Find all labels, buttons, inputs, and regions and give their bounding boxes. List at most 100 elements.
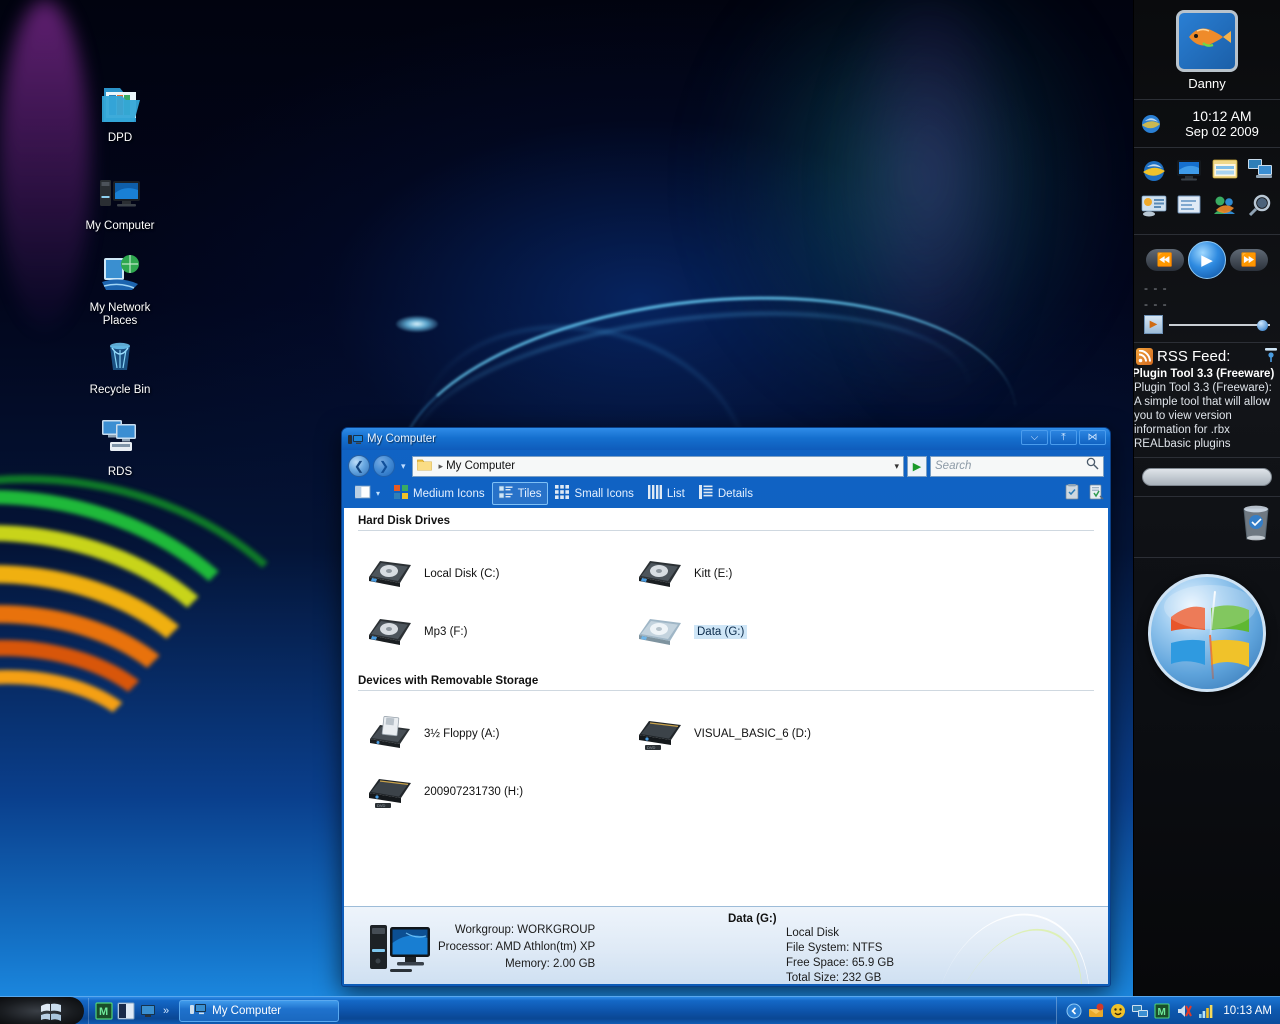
sidebar-capsule-panel[interactable] (1134, 458, 1280, 497)
recycle-bin-icon[interactable] (1238, 503, 1274, 551)
quicklaunch-show-desktop[interactable] (139, 1002, 157, 1020)
desktop-sidebar[interactable]: Danny 10:12 AM Sep 02 2009 ⏪ ▶ ⏩ - - - -… (1133, 0, 1280, 996)
forward-button[interactable]: ❯ (373, 455, 395, 477)
tray-clock[interactable]: 10:13 AM (1223, 1005, 1272, 1017)
drive-tile[interactable]: DVD VISUAL_BASIC_6 (D:) (632, 705, 902, 763)
drive-tile-selected[interactable]: Data (G:) (632, 603, 902, 661)
breadcrumb-path[interactable]: My Computer (446, 460, 515, 472)
view-medium-icons[interactable]: Medium Icons (387, 482, 492, 505)
sidebar-clock-panel[interactable]: 10:12 AM Sep 02 2009 (1134, 100, 1280, 148)
tray-volume-icon[interactable] (1175, 1002, 1192, 1019)
breadcrumb[interactable]: ▸ My Computer ▾ (411, 455, 904, 477)
close-button[interactable]: ⋈ (1079, 430, 1106, 445)
computer-icon (72, 168, 168, 216)
sidebar-recycle-bin-panel[interactable] (1134, 497, 1280, 558)
sidebar-orb-panel[interactable] (1134, 558, 1280, 708)
rss-headline[interactable]: Plugin Tool 3.3 (Freeware) (1134, 368, 1278, 380)
drive-tile[interactable]: Local Disk (C:) (362, 545, 632, 603)
file-list-pane[interactable]: Hard Disk Drives Local Disk (C:) Kitt (E… (344, 508, 1108, 906)
quicklaunch-item-1[interactable]: M (95, 1001, 113, 1020)
tray-signal-icon[interactable] (1197, 1002, 1214, 1019)
play-button[interactable]: ▶ (1188, 241, 1226, 279)
control-panel-icon[interactable] (1136, 194, 1172, 224)
chevron-down-icon[interactable]: ▾ (894, 461, 899, 472)
ie-icon[interactable] (1138, 111, 1164, 137)
volume-slider[interactable] (1169, 319, 1270, 331)
monitor-icon[interactable] (1172, 158, 1208, 190)
view-small-icons[interactable]: Small Icons (548, 482, 640, 505)
drive-grid-removable[interactable]: 3½ Floppy (A:) DVD VISUAL_BASIC_6 (D:) D… (344, 691, 1108, 821)
map-network-drive-icon[interactable] (1088, 484, 1104, 503)
search-input[interactable] (935, 460, 1086, 472)
equalizer-icon[interactable]: ▶ (1144, 315, 1163, 334)
view-details[interactable]: Details (692, 482, 760, 505)
network-places-icon (72, 250, 168, 298)
view-toolbar[interactable]: ▾ Medium Icons Tiles Small Icons List De… (342, 482, 1110, 505)
folder-window-icon[interactable] (1207, 158, 1243, 190)
tray-update-icon[interactable] (1087, 1002, 1104, 1019)
notepad-icon[interactable] (1172, 194, 1208, 224)
desktop-icon-my-network-places[interactable]: My Network Places (72, 250, 168, 328)
sidebar-user-panel[interactable]: Danny (1134, 0, 1280, 100)
folder-icon (416, 458, 432, 474)
drive-tile[interactable]: DVD 200907231730 (H:) (362, 763, 632, 821)
network-computers-icon[interactable] (1243, 158, 1279, 190)
desktop-icon-dpd[interactable]: DPD (72, 80, 168, 145)
small-icons-icon (555, 485, 570, 502)
quicklaunch-overflow-chevron[interactable]: » (163, 1005, 169, 1017)
tray-app-icon[interactable]: M (1153, 1002, 1170, 1019)
taskbar-window-my-computer[interactable]: My Computer (179, 999, 340, 1022)
window-titlebar[interactable]: My Computer ⌵ ⤒ ⋈ (342, 428, 1110, 450)
view-tiles[interactable]: Tiles (491, 482, 549, 505)
tray-show-hidden-icon[interactable] (1065, 1002, 1082, 1019)
back-button[interactable]: ❮ (348, 455, 370, 477)
go-arrow-icon: ▶ (912, 460, 922, 473)
taskbar[interactable]: M » My Computer M 10:13 AM (0, 996, 1280, 1024)
next-track-button[interactable]: ⏩ (1230, 249, 1268, 271)
maximize-button[interactable]: ⤒ (1050, 430, 1077, 445)
system-properties-icon[interactable] (1064, 484, 1080, 503)
volume-row[interactable]: ▶ (1138, 311, 1276, 336)
pin-icon[interactable] (1264, 347, 1278, 366)
drive-grid-hard-disks[interactable]: Local Disk (C:) Kitt (E:) Mp3 (F:) Data … (344, 531, 1108, 661)
toolbar-right-actions[interactable] (1064, 484, 1104, 503)
media-controls[interactable]: ⏪ ▶ ⏩ (1138, 241, 1276, 279)
quick-launch-bar[interactable]: M » (88, 997, 175, 1024)
views-button[interactable]: ▾ (348, 482, 387, 505)
tray-messenger-icon[interactable] (1109, 1002, 1126, 1019)
capsule-bar[interactable] (1142, 468, 1272, 486)
start-button[interactable] (0, 996, 84, 1024)
explorer-window[interactable]: My Computer ⌵ ⤒ ⋈ ❮ ❯ ▾ ▸ My Computer ▾ … (341, 427, 1111, 987)
rss-body: Plugin Tool 3.3 (Freeware): A simple too… (1134, 382, 1272, 450)
minimize-button[interactable]: ⌵ (1021, 430, 1048, 445)
search-icon[interactable] (1086, 457, 1099, 475)
window-controls[interactable]: ⌵ ⤒ ⋈ (1021, 430, 1106, 445)
search-magnifier-icon[interactable] (1243, 194, 1279, 224)
avatar-wrapper[interactable] (1134, 6, 1280, 72)
desktop-icon-my-computer[interactable]: My Computer (72, 168, 168, 233)
search-box[interactable] (930, 455, 1104, 477)
desktop-icon-rds[interactable]: RDS (72, 414, 168, 479)
sidebar-launchers-panel[interactable] (1134, 148, 1280, 235)
tray-network-icon[interactable] (1131, 1002, 1148, 1019)
slider-handle[interactable] (1257, 319, 1268, 331)
system-tray[interactable]: M 10:13 AM (1056, 996, 1280, 1024)
drive-tile[interactable]: Kitt (E:) (632, 545, 902, 603)
drive-tile[interactable]: Mp3 (F:) (362, 603, 632, 661)
internet-explorer-icon[interactable] (1136, 158, 1172, 190)
desktop-icon-recycle-bin[interactable]: Recycle Bin (72, 332, 168, 397)
recent-pages-button[interactable]: ▾ (398, 461, 409, 472)
view-list[interactable]: List (641, 482, 692, 505)
windows-orb-clock[interactable] (1148, 574, 1266, 692)
quicklaunch-item-2[interactable] (117, 1002, 135, 1020)
launcher-grid[interactable] (1134, 154, 1280, 228)
messenger-icon[interactable] (1207, 194, 1243, 224)
drive-tile[interactable]: 3½ Floppy (A:) (362, 705, 632, 763)
task-buttons[interactable]: My Computer (175, 999, 340, 1022)
previous-track-button[interactable]: ⏪ (1146, 249, 1184, 271)
avatar[interactable] (1176, 10, 1238, 72)
address-bar[interactable]: ❮ ❯ ▾ ▸ My Computer ▾ ▶ (342, 450, 1110, 482)
sidebar-rss-panel[interactable]: RSS Feed: Plugin Tool 3.3 (Freeware) Plu… (1134, 343, 1280, 458)
go-button[interactable]: ▶ (907, 455, 927, 477)
sidebar-media-panel[interactable]: ⏪ ▶ ⏩ - - - - - - ▶ (1134, 235, 1280, 343)
